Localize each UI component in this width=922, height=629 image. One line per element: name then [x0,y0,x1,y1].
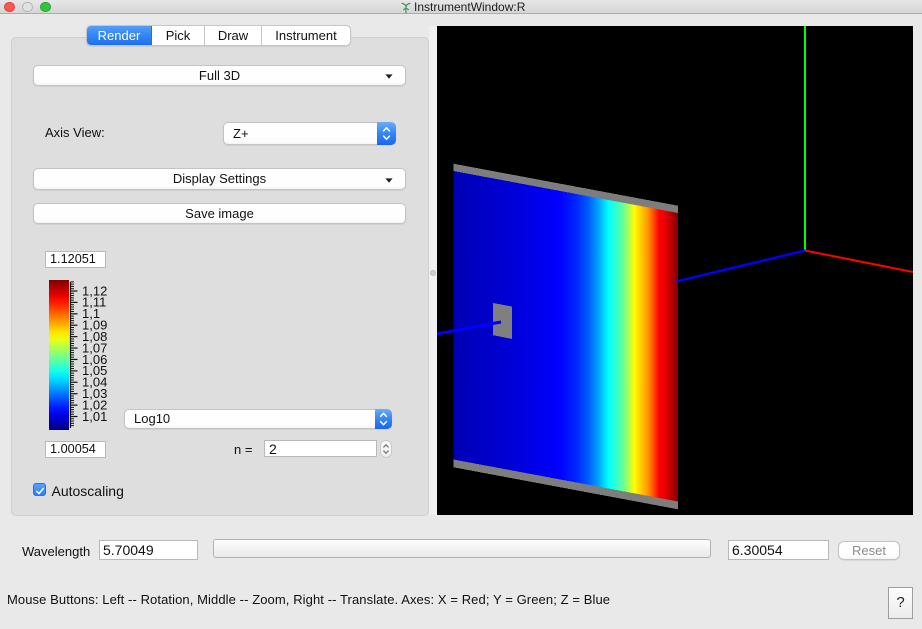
svg-text:1,01: 1,01 [82,409,107,424]
